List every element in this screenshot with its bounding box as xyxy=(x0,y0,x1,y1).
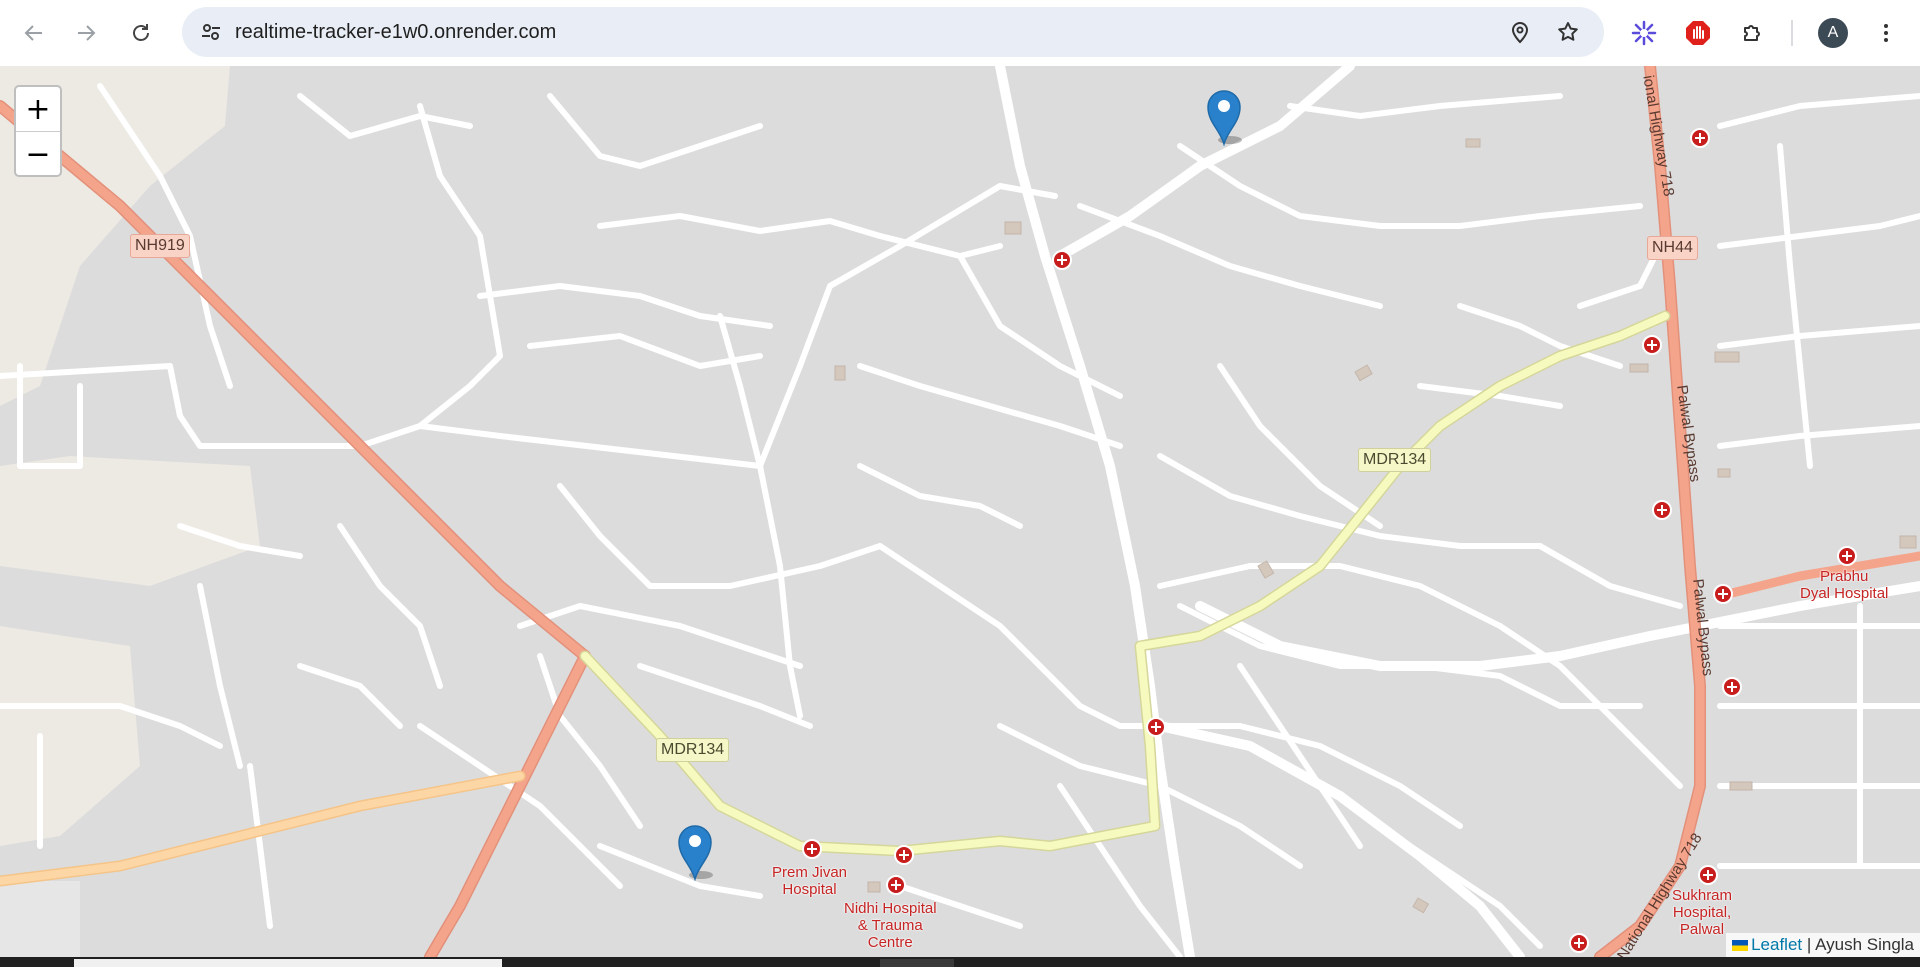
road-shield-mdr134-west: MDR134 xyxy=(656,738,730,762)
taskbar-window-preview[interactable] xyxy=(74,959,502,967)
place-label-prem-jivan-line1: Prem Jivan Hospital xyxy=(772,864,848,898)
extension-stop-icon[interactable] xyxy=(1678,13,1718,53)
hospital-icon[interactable] xyxy=(1713,584,1733,604)
extension-spark-icon[interactable] xyxy=(1624,13,1664,53)
place-label-nidhi-text: Nidhi Hospital & Trauma Centre xyxy=(844,900,937,951)
site-settings-icon[interactable] xyxy=(191,12,231,52)
place-label-sukhram-text: Sukhram Hospital, Palwal xyxy=(1672,887,1733,938)
url-text[interactable]: realtime-tracker-e1w0.onrender.com xyxy=(235,21,556,44)
place-label-nidhi: Nidhi Hospital & Trauma Centre xyxy=(844,900,937,951)
hospital-icon[interactable] xyxy=(1698,865,1718,885)
forward-icon[interactable] xyxy=(66,13,106,53)
os-taskbar xyxy=(0,957,1920,967)
profile-initial: A xyxy=(1818,18,1848,48)
hospital-icon[interactable] xyxy=(1722,677,1742,697)
attribution-author: Ayush Singla xyxy=(1815,935,1914,954)
hospital-icon[interactable] xyxy=(1146,717,1166,737)
location-icon[interactable] xyxy=(1500,12,1540,52)
tracked-user-marker[interactable] xyxy=(1204,86,1244,146)
road-shield-mdr134-east: MDR134 xyxy=(1358,448,1432,472)
place-label-prem-jivan: Prem Jivan Hospital xyxy=(772,864,847,898)
ukraine-flag-icon xyxy=(1732,940,1749,952)
hospital-icon[interactable] xyxy=(886,875,906,895)
browser-toolbar: realtime-tracker-e1w0.onrender.com A xyxy=(0,0,1920,66)
address-bar[interactable]: realtime-tracker-e1w0.onrender.com xyxy=(182,7,1604,57)
extensions-puzzle-icon[interactable] xyxy=(1733,13,1773,53)
road-shield-nh44: NH44 xyxy=(1647,236,1698,260)
hospital-icon[interactable] xyxy=(1569,933,1589,953)
more-menu-icon[interactable] xyxy=(1866,13,1906,53)
leaflet-link[interactable]: Leaflet xyxy=(1751,935,1802,954)
zoom-in-button[interactable]: + xyxy=(16,87,60,132)
hospital-icon[interactable] xyxy=(1690,128,1710,148)
toolbar-divider xyxy=(1791,20,1793,46)
attribution-separator: | xyxy=(1802,935,1816,954)
zoom-out-button[interactable]: − xyxy=(16,132,60,176)
reload-icon[interactable] xyxy=(121,13,161,53)
hospital-icon[interactable] xyxy=(1652,500,1672,520)
hospital-icon[interactable] xyxy=(1837,546,1857,566)
hospital-icon[interactable] xyxy=(894,845,914,865)
zoom-control: + − xyxy=(14,85,62,177)
place-label-sukhram: Sukhram Hospital, Palwal xyxy=(1672,887,1732,938)
hospital-icon[interactable] xyxy=(802,839,822,859)
place-label-prabhu-dyal-text: Prabhu Dyal Hospital xyxy=(1800,568,1889,602)
taskbar-item[interactable] xyxy=(880,959,954,967)
bookmark-star-icon[interactable] xyxy=(1548,12,1588,52)
map-attribution: Leaflet | Ayush Singla xyxy=(1726,933,1920,957)
map-tiles xyxy=(0,66,1920,957)
hospital-icon[interactable] xyxy=(1052,250,1072,270)
map-view[interactable]: NH919 NH44 MDR134 MDR134 ional Highway 7… xyxy=(0,66,1920,957)
place-label-prabhu-dyal: Prabhu Dyal Hospital xyxy=(1800,568,1888,602)
tracked-user-marker[interactable] xyxy=(675,821,715,881)
hospital-icon[interactable] xyxy=(1642,335,1662,355)
profile-avatar[interactable]: A xyxy=(1813,13,1853,53)
road-shield-nh919: NH919 xyxy=(130,234,190,258)
back-icon[interactable] xyxy=(14,13,54,53)
